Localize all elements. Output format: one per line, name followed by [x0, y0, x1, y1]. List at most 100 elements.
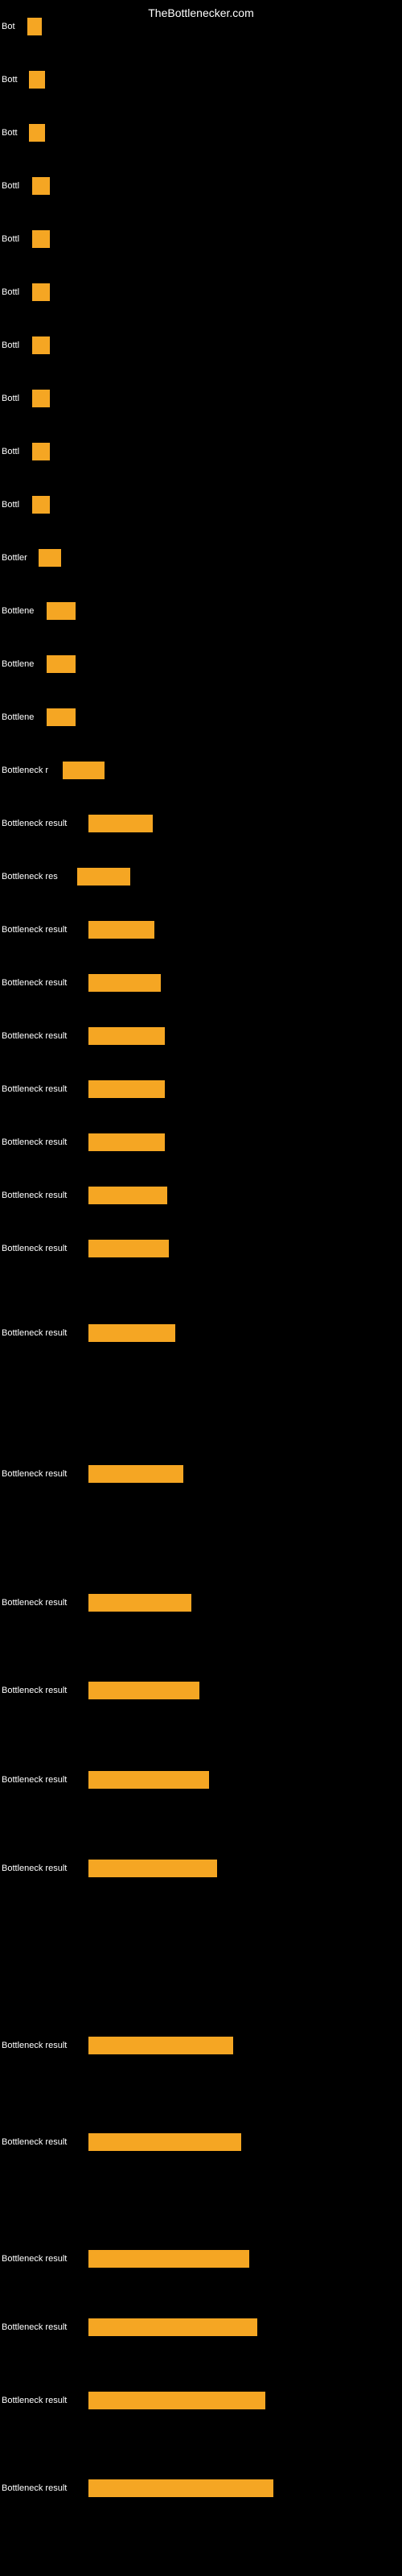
bar-row: Bottleneck res [2, 868, 130, 886]
bar-label: Bottleneck result [2, 1686, 85, 1695]
bar-row: Bottleneck result [2, 1027, 165, 1045]
bar-label: Bottleneck result [2, 1031, 85, 1041]
bar-fill [88, 1324, 175, 1342]
bar-row: Bottl [2, 443, 50, 460]
bar-row: Bottleneck result [2, 1860, 217, 1877]
bar-row: Bottleneck result [2, 1133, 165, 1151]
bar-label: Bottleneck result [2, 1469, 85, 1479]
bar-label: Bottleneck result [2, 819, 85, 828]
bar-label: Bottleneck result [2, 2041, 85, 2050]
bar-label: Bottleneck result [2, 1864, 85, 1873]
bar-fill [88, 1594, 191, 1612]
bar-row: Bot [2, 18, 42, 35]
bar-label: Bottleneck result [2, 1137, 85, 1147]
bar-fill [88, 2250, 249, 2268]
bar-fill [32, 283, 50, 301]
bar-row: Bottleneck r [2, 762, 105, 779]
bar-label: Bottleneck result [2, 2322, 85, 2332]
bar-row: Bottleneck result [2, 1080, 165, 1098]
bar-fill [32, 496, 50, 514]
bar-row: Bottl [2, 230, 50, 248]
bar-fill [63, 762, 105, 779]
bar-label: Bottleneck result [2, 2137, 85, 2147]
bar-row: Bottleneck result [2, 1324, 175, 1342]
bar-row: Bottl [2, 496, 50, 514]
bar-row: Bottleneck result [2, 2250, 249, 2268]
bar-label: Bottleneck result [2, 1328, 85, 1338]
bar-row: Bottleneck result [2, 2133, 241, 2151]
bar-label: Bottl [2, 447, 29, 456]
bar-label: Bottlene [2, 606, 43, 616]
bar-fill [47, 708, 76, 726]
bar-label: Bottleneck result [2, 1191, 85, 1200]
bar-row: Bott [2, 71, 45, 89]
bar-fill [88, 2479, 273, 2497]
bar-fill [27, 18, 42, 35]
bar-label: Bottleneck r [2, 766, 59, 775]
bar-row: Bottl [2, 177, 50, 195]
bar-fill [88, 1027, 165, 1045]
bar-fill [47, 602, 76, 620]
bar-label: Bottler [2, 553, 35, 563]
bar-row: Bottl [2, 336, 50, 354]
bar-row: Bottlene [2, 708, 76, 726]
bar-fill [32, 177, 50, 195]
bar-fill [32, 443, 50, 460]
bar-fill [29, 71, 45, 89]
bar-row: Bottleneck result [2, 1465, 183, 1483]
bar-row: Bottleneck result [2, 921, 154, 939]
bar-label: Bottleneck res [2, 872, 74, 881]
bar-fill [88, 1240, 169, 1257]
bar-label: Bottleneck result [2, 1084, 85, 1094]
bar-fill [88, 1080, 165, 1098]
bar-fill [88, 1187, 167, 1204]
bar-label: Bottleneck result [2, 1598, 85, 1608]
bar-fill [88, 1771, 209, 1789]
bar-fill [29, 124, 45, 142]
bar-label: Bottleneck result [2, 1244, 85, 1253]
bar-row: Bottleneck result [2, 2479, 273, 2497]
bar-row: Bottleneck result [2, 2037, 233, 2054]
bar-row: Bottleneck result [2, 815, 153, 832]
bar-row: Bottler [2, 549, 61, 567]
bar-row: Bottleneck result [2, 1187, 167, 1204]
bar-fill [88, 1682, 199, 1699]
bar-fill [88, 1133, 165, 1151]
bar-fill [32, 390, 50, 407]
bar-fill [47, 655, 76, 673]
bar-fill [88, 974, 161, 992]
bar-label: Bottleneck result [2, 2483, 85, 2493]
bar-label: Bott [2, 75, 26, 85]
bar-label: Bottleneck result [2, 925, 85, 935]
bar-label: Bott [2, 128, 26, 138]
bar-fill [88, 2392, 265, 2409]
bar-fill [88, 2133, 241, 2151]
bar-row: Bottl [2, 390, 50, 407]
bar-fill [88, 815, 153, 832]
bar-label: Bottleneck result [2, 2254, 85, 2264]
bar-label: Bottlene [2, 659, 43, 669]
bar-row: Bottlene [2, 602, 76, 620]
bar-row: Bott [2, 124, 45, 142]
bar-fill [88, 2318, 257, 2336]
bar-label: Bottl [2, 500, 29, 510]
bar-row: Bottleneck result [2, 1594, 191, 1612]
bar-label: Bottl [2, 287, 29, 297]
site-title: TheBottlenecker.com [148, 6, 254, 19]
bar-fill [88, 2037, 233, 2054]
bar-label: Bottl [2, 181, 29, 191]
bar-fill [88, 1465, 183, 1483]
bar-fill [32, 230, 50, 248]
bar-label: Bottl [2, 341, 29, 350]
bar-fill [77, 868, 130, 886]
bar-row: Bottleneck result [2, 2318, 257, 2336]
bar-row: Bottleneck result [2, 2392, 265, 2409]
bar-label: Bottleneck result [2, 1775, 85, 1785]
bar-label: Bottleneck result [2, 2396, 85, 2405]
bar-fill [88, 921, 154, 939]
bar-row: Bottleneck result [2, 1682, 199, 1699]
bar-label: Bottl [2, 394, 29, 403]
bar-fill [88, 1860, 217, 1877]
bar-label: Bot [2, 22, 24, 31]
bar-label: Bottl [2, 234, 29, 244]
